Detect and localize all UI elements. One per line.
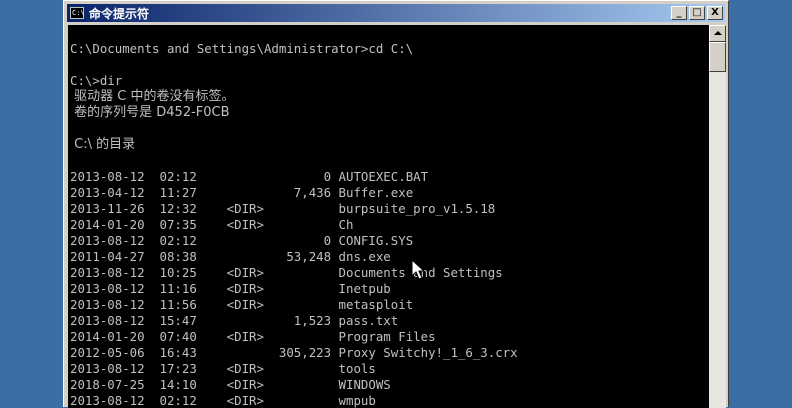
dir-entry: 2013-08-12 15:47 1,523 pass.txt [70, 313, 399, 328]
window-controls: _ □ X [669, 6, 723, 20]
cmd-icon[interactable]: C:\ [70, 7, 85, 19]
maximize-button[interactable]: □ [689, 6, 705, 20]
console-window: C:\ 命令提示符 _ □ X C:\Documents and Setting… [63, 0, 729, 408]
close-button[interactable]: X [707, 6, 723, 20]
console-line: C:\>dir [70, 73, 123, 88]
dir-entry: 2013-08-12 17:23 <DIR> tools [70, 361, 376, 376]
dir-entry: 2013-08-12 11:16 <DIR> Inetpub [70, 281, 391, 296]
dir-entry: 2013-08-12 11:56 <DIR> metasploit [70, 297, 414, 312]
vertical-scrollbar[interactable] [709, 25, 726, 408]
dir-entry: 2011-04-27 08:38 53,248 dns.exe [70, 249, 391, 264]
dir-entry: 2013-08-12 02:12 0 CONFIG.SYS [70, 233, 414, 248]
scroll-thumb[interactable] [709, 42, 726, 72]
dir-entry: 2013-08-12 10:25 <DIR> Documents and Set… [70, 265, 503, 280]
console-line: 卷的序列号是 D452-F0CB [70, 105, 230, 120]
arrow-up-icon [714, 31, 722, 35]
mouse-cursor-icon [411, 259, 425, 280]
dir-entry: 2014-01-20 07:35 <DIR> Ch [70, 217, 354, 232]
dir-entry: 2018-07-25 14:10 <DIR> WINDOWS [70, 377, 391, 392]
title-bar[interactable]: C:\ 命令提示符 _ □ X [67, 4, 725, 22]
dir-entry: 2013-04-12 11:27 7,436 Buffer.exe [70, 185, 414, 200]
scroll-up-button[interactable] [709, 25, 726, 42]
console-line: C:\Documents and Settings\Administrator>… [70, 41, 414, 56]
console-output[interactable]: C:\Documents and Settings\Administrator>… [68, 25, 709, 408]
dir-entry: 2013-08-12 02:12 0 AUTOEXEC.BAT [70, 169, 429, 184]
dir-entry: 2012-05-06 16:43 305,223 Proxy Switchy!_… [70, 345, 518, 360]
console-line: C:\ 的目录 [70, 137, 136, 152]
dir-entry: 2013-08-12 02:12 <DIR> wmpub [70, 393, 376, 408]
dir-entry: 2014-01-20 07:40 <DIR> Program Files [70, 329, 436, 344]
console-line: 驱动器 C 中的卷没有标签。 [70, 89, 235, 104]
dir-entry: 2013-11-26 12:32 <DIR> burpsuite_pro_v1.… [70, 201, 496, 216]
minimize-button[interactable]: _ [671, 6, 687, 20]
window-title: 命令提示符 [89, 6, 150, 21]
